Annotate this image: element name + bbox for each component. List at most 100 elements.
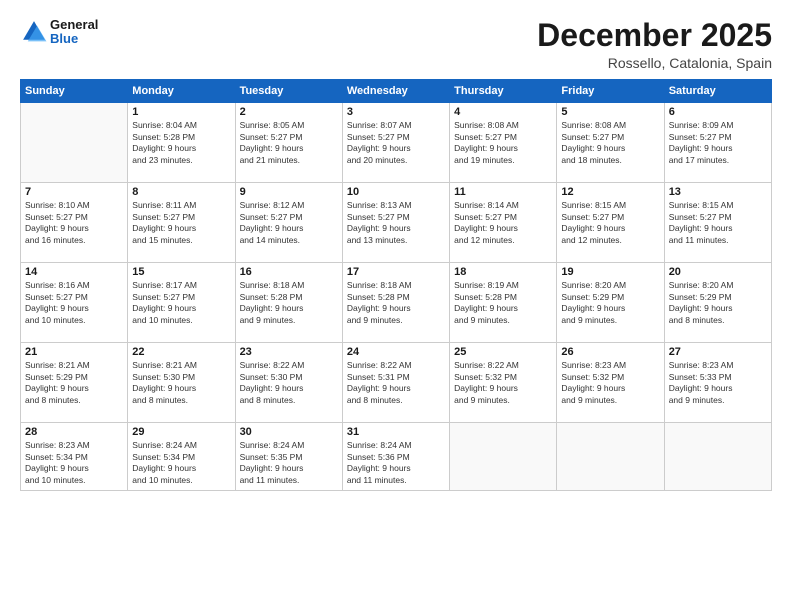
calendar-cell: 15 Sunrise: 8:17 AMSunset: 5:27 PMDayligh… — [128, 263, 235, 343]
header-monday: Monday — [128, 80, 235, 103]
day-info: Sunrise: 8:21 AMSunset: 5:30 PMDaylight:… — [132, 360, 230, 406]
day-info: Sunrise: 8:18 AMSunset: 5:28 PMDaylight:… — [347, 280, 445, 326]
day-info: Sunrise: 8:17 AMSunset: 5:27 PMDaylight:… — [132, 280, 230, 326]
calendar-cell — [557, 423, 664, 491]
calendar-cell: 19Sunrise: 8:20 AMSunset: 5:29 PMDayligh… — [557, 263, 664, 343]
header-tuesday: Tuesday — [235, 80, 342, 103]
day-info: Sunrise: 8:21 AMSunset: 5:29 PMDaylight:… — [25, 360, 123, 406]
calendar-cell — [450, 423, 557, 491]
calendar-cell: 11 Sunrise: 8:14 AMSunset: 5:27 PMDayligh… — [450, 183, 557, 263]
week-row-2: 7 Sunrise: 8:10 AMSunset: 5:27 PMDaylight… — [21, 183, 772, 263]
day-number: 28 — [25, 426, 123, 438]
calendar-cell: 7 Sunrise: 8:10 AMSunset: 5:27 PMDaylight… — [21, 183, 128, 263]
day-info: Sunrise: 8:15 AMSunset: 5:27 PMDaylight:… — [561, 200, 659, 246]
day-number: 21 — [25, 346, 123, 358]
day-number: 20 — [669, 266, 767, 278]
day-info: Sunrise: 8:20 AMSunset: 5:29 PMDaylight:… — [669, 280, 767, 326]
calendar-cell: 27 Sunrise: 8:23 AMSunset: 5:33 PMDayligh… — [664, 343, 771, 423]
day-info: Sunrise: 8:24 AMSunset: 5:35 PMDaylight:… — [240, 440, 338, 486]
day-number: 7 — [25, 186, 123, 198]
day-number: 18 — [454, 266, 552, 278]
day-number: 10 — [347, 186, 445, 198]
day-number: 16 — [240, 266, 338, 278]
day-info: Sunrise: 8:20 AMSunset: 5:29 PMDaylight:… — [561, 280, 659, 326]
calendar-cell: 9 Sunrise: 8:12 AMSunset: 5:27 PMDaylight… — [235, 183, 342, 263]
day-info: Sunrise: 8:14 AMSunset: 5:27 PMDaylight:… — [454, 200, 552, 246]
logo-icon — [20, 18, 48, 46]
calendar-cell: 10 Sunrise: 8:13 AMSunset: 5:27 PMDayligh… — [342, 183, 449, 263]
calendar-cell: 31Sunrise: 8:24 AMSunset: 5:36 PMDayligh… — [342, 423, 449, 491]
week-row-1: 1Sunrise: 8:04 AMSunset: 5:28 PMDaylight… — [21, 103, 772, 183]
calendar-cell: 25 Sunrise: 8:22 AMSunset: 5:32 PMDayligh… — [450, 343, 557, 423]
header-friday: Friday — [557, 80, 664, 103]
day-info: Sunrise: 8:09 AMSunset: 5:27 PMDaylight:… — [669, 120, 767, 166]
calendar-cell: 1Sunrise: 8:04 AMSunset: 5:28 PMDaylight… — [128, 103, 235, 183]
day-number: 2 — [240, 106, 338, 118]
day-number: 12 — [561, 186, 659, 198]
day-number: 1 — [132, 106, 230, 118]
day-info: Sunrise: 8:22 AMSunset: 5:31 PMDaylight:… — [347, 360, 445, 406]
day-info: Sunrise: 8:08 AMSunset: 5:27 PMDaylight:… — [454, 120, 552, 166]
day-info: Sunrise: 8:22 AMSunset: 5:32 PMDaylight:… — [454, 360, 552, 406]
day-number: 11 — [454, 186, 552, 198]
day-number: 13 — [669, 186, 767, 198]
day-info: Sunrise: 8:15 AMSunset: 5:27 PMDaylight:… — [669, 200, 767, 246]
calendar-table: SundayMondayTuesdayWednesdayThursdayFrid… — [20, 79, 772, 491]
calendar-cell: 2 Sunrise: 8:05 AMSunset: 5:27 PMDaylight… — [235, 103, 342, 183]
calendar-cell: 17 Sunrise: 8:18 AMSunset: 5:28 PMDayligh… — [342, 263, 449, 343]
calendar-cell: 4 Sunrise: 8:08 AMSunset: 5:27 PMDaylight… — [450, 103, 557, 183]
day-number: 22 — [132, 346, 230, 358]
calendar-cell: 28 Sunrise: 8:23 AMSunset: 5:34 PMDayligh… — [21, 423, 128, 491]
day-info: Sunrise: 8:23 AMSunset: 5:33 PMDaylight:… — [669, 360, 767, 406]
calendar-cell: 13 Sunrise: 8:15 AMSunset: 5:27 PMDayligh… — [664, 183, 771, 263]
header-thursday: Thursday — [450, 80, 557, 103]
day-info: Sunrise: 8:10 AMSunset: 5:27 PMDaylight:… — [25, 200, 123, 246]
calendar-cell: 16Sunrise: 8:18 AMSunset: 5:28 PMDayligh… — [235, 263, 342, 343]
day-info: Sunrise: 8:12 AMSunset: 5:27 PMDaylight:… — [240, 200, 338, 246]
logo: General Blue — [20, 18, 98, 47]
calendar-cell: 23Sunrise: 8:22 AMSunset: 5:30 PMDayligh… — [235, 343, 342, 423]
day-number: 31 — [347, 426, 445, 438]
calendar-cell: 8 Sunrise: 8:11 AMSunset: 5:27 PMDaylight… — [128, 183, 235, 263]
day-number: 27 — [669, 346, 767, 358]
day-info: Sunrise: 8:08 AMSunset: 5:27 PMDaylight:… — [561, 120, 659, 166]
day-info: Sunrise: 8:23 AMSunset: 5:34 PMDaylight:… — [25, 440, 123, 486]
day-info: Sunrise: 8:07 AMSunset: 5:27 PMDaylight:… — [347, 120, 445, 166]
day-number: 23 — [240, 346, 338, 358]
calendar-cell: 22 Sunrise: 8:21 AMSunset: 5:30 PMDayligh… — [128, 343, 235, 423]
calendar-cell: 26 Sunrise: 8:23 AMSunset: 5:32 PMDayligh… — [557, 343, 664, 423]
calendar-cell — [664, 423, 771, 491]
day-number: 17 — [347, 266, 445, 278]
calendar-cell — [21, 103, 128, 183]
day-number: 29 — [132, 426, 230, 438]
day-number: 6 — [669, 106, 767, 118]
calendar-cell: 3 Sunrise: 8:07 AMSunset: 5:27 PMDaylight… — [342, 103, 449, 183]
day-number: 9 — [240, 186, 338, 198]
calendar-cell: 20 Sunrise: 8:20 AMSunset: 5:29 PMDayligh… — [664, 263, 771, 343]
day-info: Sunrise: 8:19 AMSunset: 5:28 PMDaylight:… — [454, 280, 552, 326]
header-saturday: Saturday — [664, 80, 771, 103]
day-number: 26 — [561, 346, 659, 358]
header: General Blue December 2025 Rossello, Cat… — [20, 18, 772, 71]
day-info: Sunrise: 8:05 AMSunset: 5:27 PMDaylight:… — [240, 120, 338, 166]
subtitle: Rossello, Catalonia, Spain — [537, 55, 772, 71]
day-info: Sunrise: 8:16 AMSunset: 5:27 PMDaylight:… — [25, 280, 123, 326]
title-block: December 2025 Rossello, Catalonia, Spain — [537, 18, 772, 71]
header-wednesday: Wednesday — [342, 80, 449, 103]
day-info: Sunrise: 8:13 AMSunset: 5:27 PMDaylight:… — [347, 200, 445, 246]
day-number: 3 — [347, 106, 445, 118]
week-row-5: 28 Sunrise: 8:23 AMSunset: 5:34 PMDayligh… — [21, 423, 772, 491]
day-number: 14 — [25, 266, 123, 278]
calendar-header-row: SundayMondayTuesdayWednesdayThursdayFrid… — [21, 80, 772, 103]
week-row-3: 14 Sunrise: 8:16 AMSunset: 5:27 PMDayligh… — [21, 263, 772, 343]
day-number: 15 — [132, 266, 230, 278]
page: General Blue December 2025 Rossello, Cat… — [0, 0, 792, 612]
day-info: Sunrise: 8:23 AMSunset: 5:32 PMDaylight:… — [561, 360, 659, 406]
calendar-cell: 5Sunrise: 8:08 AMSunset: 5:27 PMDaylight… — [557, 103, 664, 183]
calendar-cell: 12 Sunrise: 8:15 AMSunset: 5:27 PMDayligh… — [557, 183, 664, 263]
day-number: 4 — [454, 106, 552, 118]
day-number: 25 — [454, 346, 552, 358]
day-number: 8 — [132, 186, 230, 198]
day-number: 30 — [240, 426, 338, 438]
day-info: Sunrise: 8:11 AMSunset: 5:27 PMDaylight:… — [132, 200, 230, 246]
